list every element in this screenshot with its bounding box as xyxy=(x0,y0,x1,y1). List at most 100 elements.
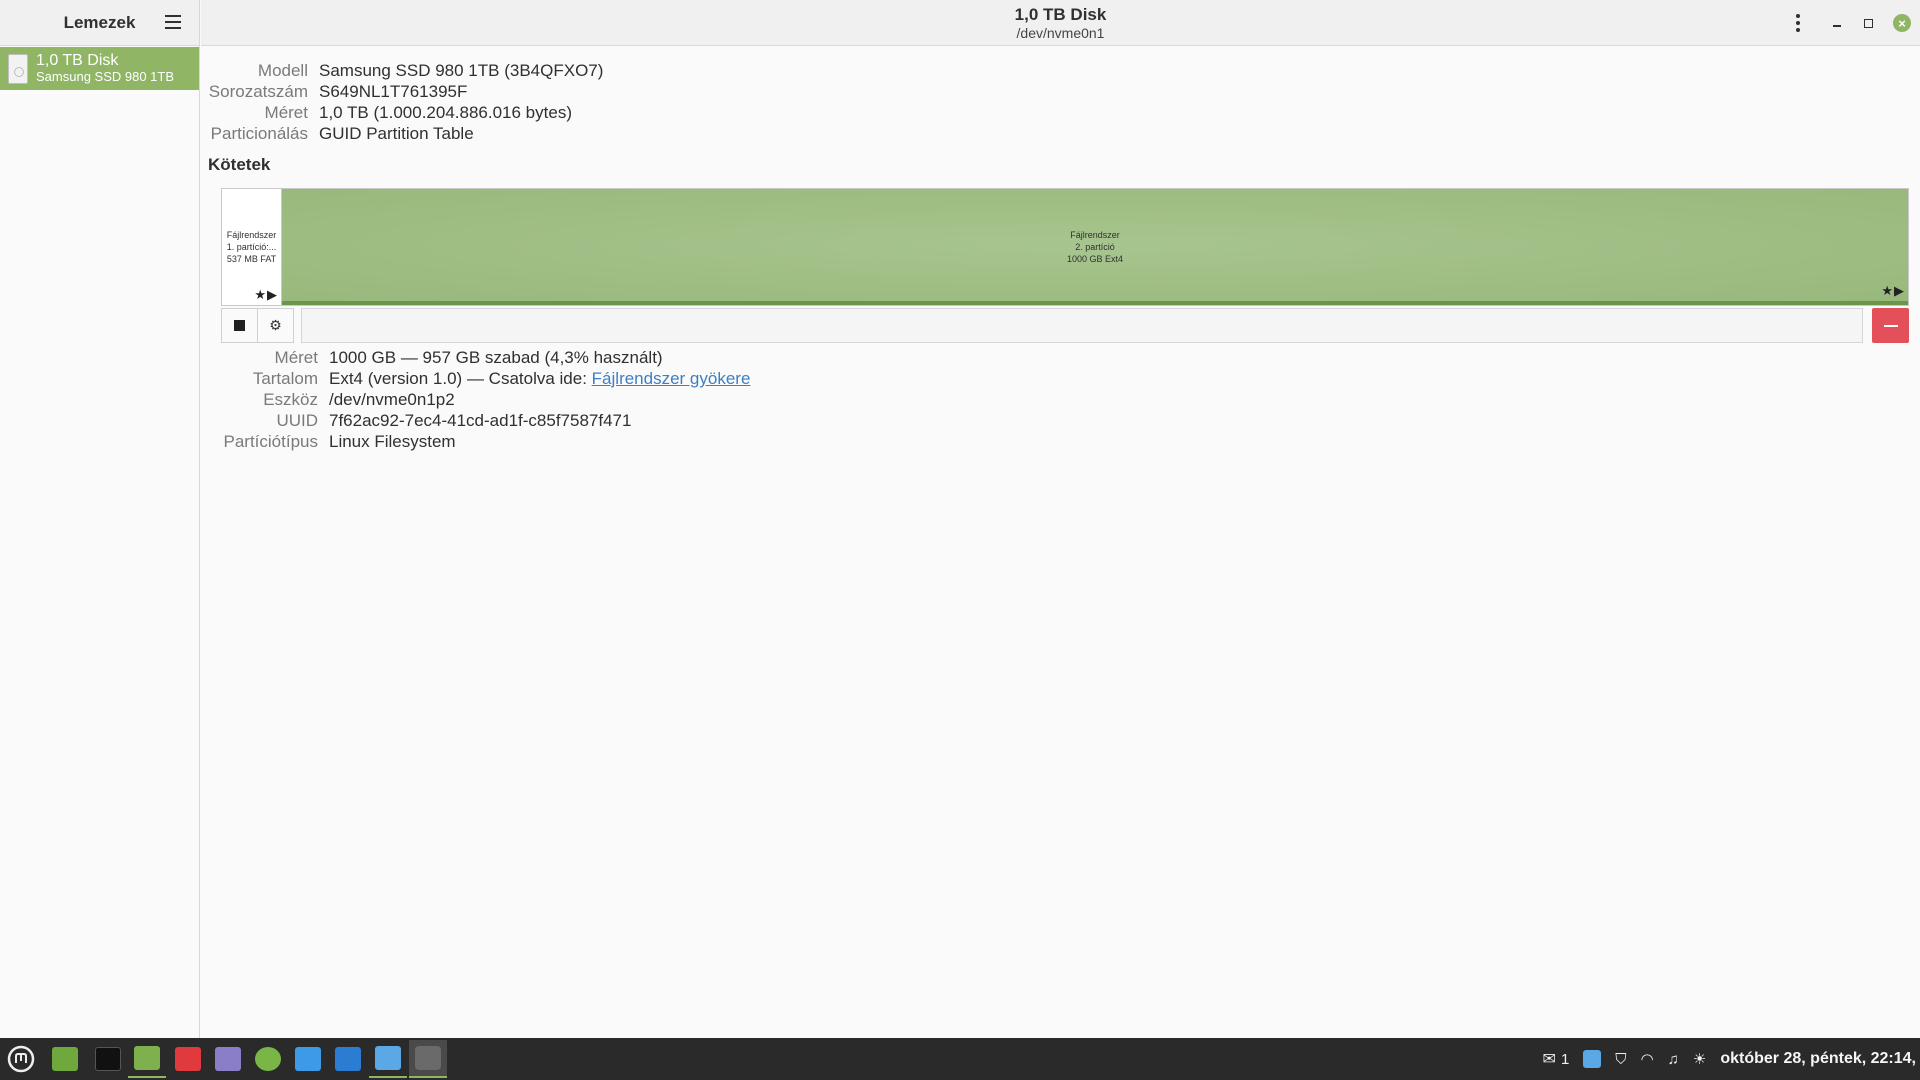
mint-menu-icon xyxy=(7,1045,35,1073)
partition-1-block[interactable]: Fájlrendszer 1. partíció:... 537 MB FAT … xyxy=(222,189,282,305)
software-manager-icon xyxy=(255,1047,281,1071)
window-title: 1,0 TB Disk xyxy=(1014,5,1107,24)
minimize-button[interactable] xyxy=(1827,13,1847,33)
partition-2-name: 2. partíció xyxy=(1075,242,1115,252)
tray-sound[interactable]: ♫ xyxy=(1668,1051,1679,1068)
sidebar-item-text: 1,0 TB Disk Samsung SSD 980 1TB xyxy=(36,52,174,85)
info-label: Particionálás xyxy=(210,124,308,143)
volume-row-size: Méret 1000 GB — 957 GB szabad (4,3% haszn… xyxy=(201,347,663,368)
info-row-size: Méret 1,0 TB (1.000.204.886.016 bytes) xyxy=(201,102,572,123)
volume-toolbar: ⚙ xyxy=(221,308,1909,343)
volume-map: Fájlrendszer 1. partíció:... 537 MB FAT … xyxy=(221,188,1909,306)
document-icon xyxy=(335,1047,361,1071)
taskbar-files[interactable] xyxy=(128,1040,166,1078)
partition-1-label: Fájlrendszer 1. partíció:... 537 MB FAT xyxy=(222,229,281,265)
volume-label: Tartalom xyxy=(252,369,318,388)
window-subtitle: /dev/nvme0n1 xyxy=(1016,25,1105,41)
info-row-partitioning: Particionálás GUID Partition Table xyxy=(201,123,474,144)
partition-options-button[interactable]: ⚙ xyxy=(257,308,294,343)
disk-name: 1,0 TB Disk xyxy=(36,51,119,69)
workspace-icon xyxy=(295,1047,321,1071)
sidebar-title: Lemezek xyxy=(63,12,136,32)
volume-row-partition-type: Partíciótípus Linux Filesystem xyxy=(201,431,456,452)
volume-value: 1000 GB — 957 GB szabad (4,3% használt) xyxy=(329,348,663,367)
sun-icon: ☀ xyxy=(1692,1051,1707,1068)
info-row-model: Modell Samsung SSD 980 1TB (3B4QFXO7) xyxy=(201,60,604,81)
partition-1-type: Fájlrendszer xyxy=(226,230,277,240)
volumes-heading: Kötetek xyxy=(208,155,271,174)
partition-2-flags-icon: ★▶ xyxy=(1881,283,1905,298)
volume-label: Partíciótípus xyxy=(223,432,319,451)
mount-point-link[interactable]: Fájlrendszer gyökere xyxy=(592,369,751,388)
tray-mail[interactable]: ✉ 1 xyxy=(1543,1049,1570,1069)
tray-shield[interactable]: ⛉ xyxy=(1615,1051,1626,1068)
taskbar-update-manager[interactable] xyxy=(369,1040,407,1078)
volume-label: UUID xyxy=(276,411,318,430)
tray-network[interactable]: ◠ xyxy=(1641,1050,1654,1068)
header-bar: 1,0 TB Disk /dev/nvme0n1 × xyxy=(201,0,1920,46)
partition-2-label: Fájlrendszer 2. partíció 1000 GB Ext4 xyxy=(282,229,1908,265)
tray-updates[interactable] xyxy=(1583,1050,1602,1068)
clock[interactable]: október 28, péntek, 22:14, xyxy=(1720,1050,1916,1068)
mint-menu-button[interactable] xyxy=(2,1040,40,1078)
sidebar-item-disk[interactable]: 1,0 TB Disk Samsung SSD 980 1TB xyxy=(0,47,199,90)
partition-2-size: 1000 GB Ext4 xyxy=(1066,254,1124,264)
taskbar-document[interactable] xyxy=(329,1040,367,1078)
partition-1-flags-icon: ★▶ xyxy=(254,287,278,302)
taskbar-workspace[interactable] xyxy=(289,1040,327,1078)
info-value: 1,0 TB (1.000.204.886.016 bytes) xyxy=(319,103,572,122)
update-manager-icon xyxy=(375,1046,401,1070)
taskbar: ✉ 1 ⛉ ◠ ♫ ☀ október 28, péntek, 22:14, xyxy=(0,1038,1920,1080)
shield-icon: ⛉ xyxy=(1615,1050,1627,1068)
info-label: Méret xyxy=(264,103,308,122)
taskbar-disks[interactable] xyxy=(409,1040,447,1078)
info-value: GUID Partition Table xyxy=(319,124,474,143)
volume-value: Ext4 (version 1.0) — Csatolva ide: Fájlr… xyxy=(329,369,750,388)
taskbar-terminal[interactable] xyxy=(89,1040,127,1078)
taskbar-show-desktop[interactable] xyxy=(46,1040,84,1078)
drive-icon xyxy=(8,53,28,84)
info-value: S649NL1T761395F xyxy=(319,82,468,101)
drive-options-menu-icon[interactable] xyxy=(1795,14,1801,32)
hamburger-menu-icon[interactable] xyxy=(165,15,181,29)
volume-label: Méret xyxy=(274,348,318,367)
maximize-button[interactable] xyxy=(1858,13,1878,33)
sidebar-header: Lemezek xyxy=(0,0,199,46)
volume-row-device: Eszköz/dev/nvme0n1p2 xyxy=(201,389,455,410)
system-tray: ✉ 1 ⛉ ◠ ♫ ☀ október 28, péntek, 22:14, xyxy=(1543,1038,1920,1080)
volume-label: Eszköz xyxy=(263,390,318,409)
mail-icon: ✉ xyxy=(1542,1051,1556,1068)
wifi-icon: ◠ xyxy=(1640,1051,1654,1068)
gears-icon: ⚙ xyxy=(269,317,282,333)
tray-brightness[interactable]: ☀ xyxy=(1693,1050,1706,1068)
volume-value: /dev/nvme0n1p2 xyxy=(329,390,455,409)
toolbar-spacer xyxy=(301,308,1863,343)
stop-icon xyxy=(234,320,245,331)
disks-icon xyxy=(415,1046,441,1070)
taskbar-vivaldi[interactable] xyxy=(169,1040,207,1078)
minus-icon xyxy=(1883,324,1898,327)
unmount-button[interactable] xyxy=(221,308,258,343)
volume-row-uuid: UUID 7f62ac92-7ec4-41cd-ad1f-c85f7587f471 xyxy=(201,410,631,431)
taskbar-software-manager[interactable] xyxy=(249,1040,287,1078)
contents-text: Ext4 (version 1.0) — Csatolva ide: xyxy=(329,369,592,388)
volume-value: Linux Filesystem xyxy=(329,432,456,451)
sidebar: Lemezek 1,0 TB Disk Samsung SSD 980 1TB xyxy=(0,0,200,1038)
show-desktop-icon xyxy=(52,1047,78,1071)
volume-row-contents: Tartalom Ext4 (version 1.0) — Csatolva id… xyxy=(201,368,751,389)
disk-subtitle: Samsung SSD 980 1TB xyxy=(36,69,175,85)
partition-2-block[interactable]: Fájlrendszer 2. partíció 1000 GB Ext4 ★▶ xyxy=(282,189,1908,305)
partition-1-size: 537 MB FAT xyxy=(226,254,277,264)
main-content: Modell Samsung SSD 980 1TB (3B4QFXO7) Sor… xyxy=(201,47,1920,1038)
volume-value: 7f62ac92-7ec4-41cd-ad1f-c85f7587f471 xyxy=(329,411,632,430)
info-label: Sorozatszám xyxy=(208,82,308,101)
text-editor-icon xyxy=(215,1047,241,1071)
info-row-serial: Sorozatszám S649NL1T761395F xyxy=(201,81,468,102)
update-tray-icon xyxy=(1583,1050,1602,1068)
close-button[interactable]: × xyxy=(1893,14,1911,32)
files-icon xyxy=(134,1046,160,1070)
taskbar-text-editor[interactable] xyxy=(209,1040,247,1078)
vivaldi-icon xyxy=(175,1047,201,1071)
delete-partition-button[interactable] xyxy=(1872,308,1909,343)
partition-1-name: 1. partíció:... xyxy=(226,242,277,252)
